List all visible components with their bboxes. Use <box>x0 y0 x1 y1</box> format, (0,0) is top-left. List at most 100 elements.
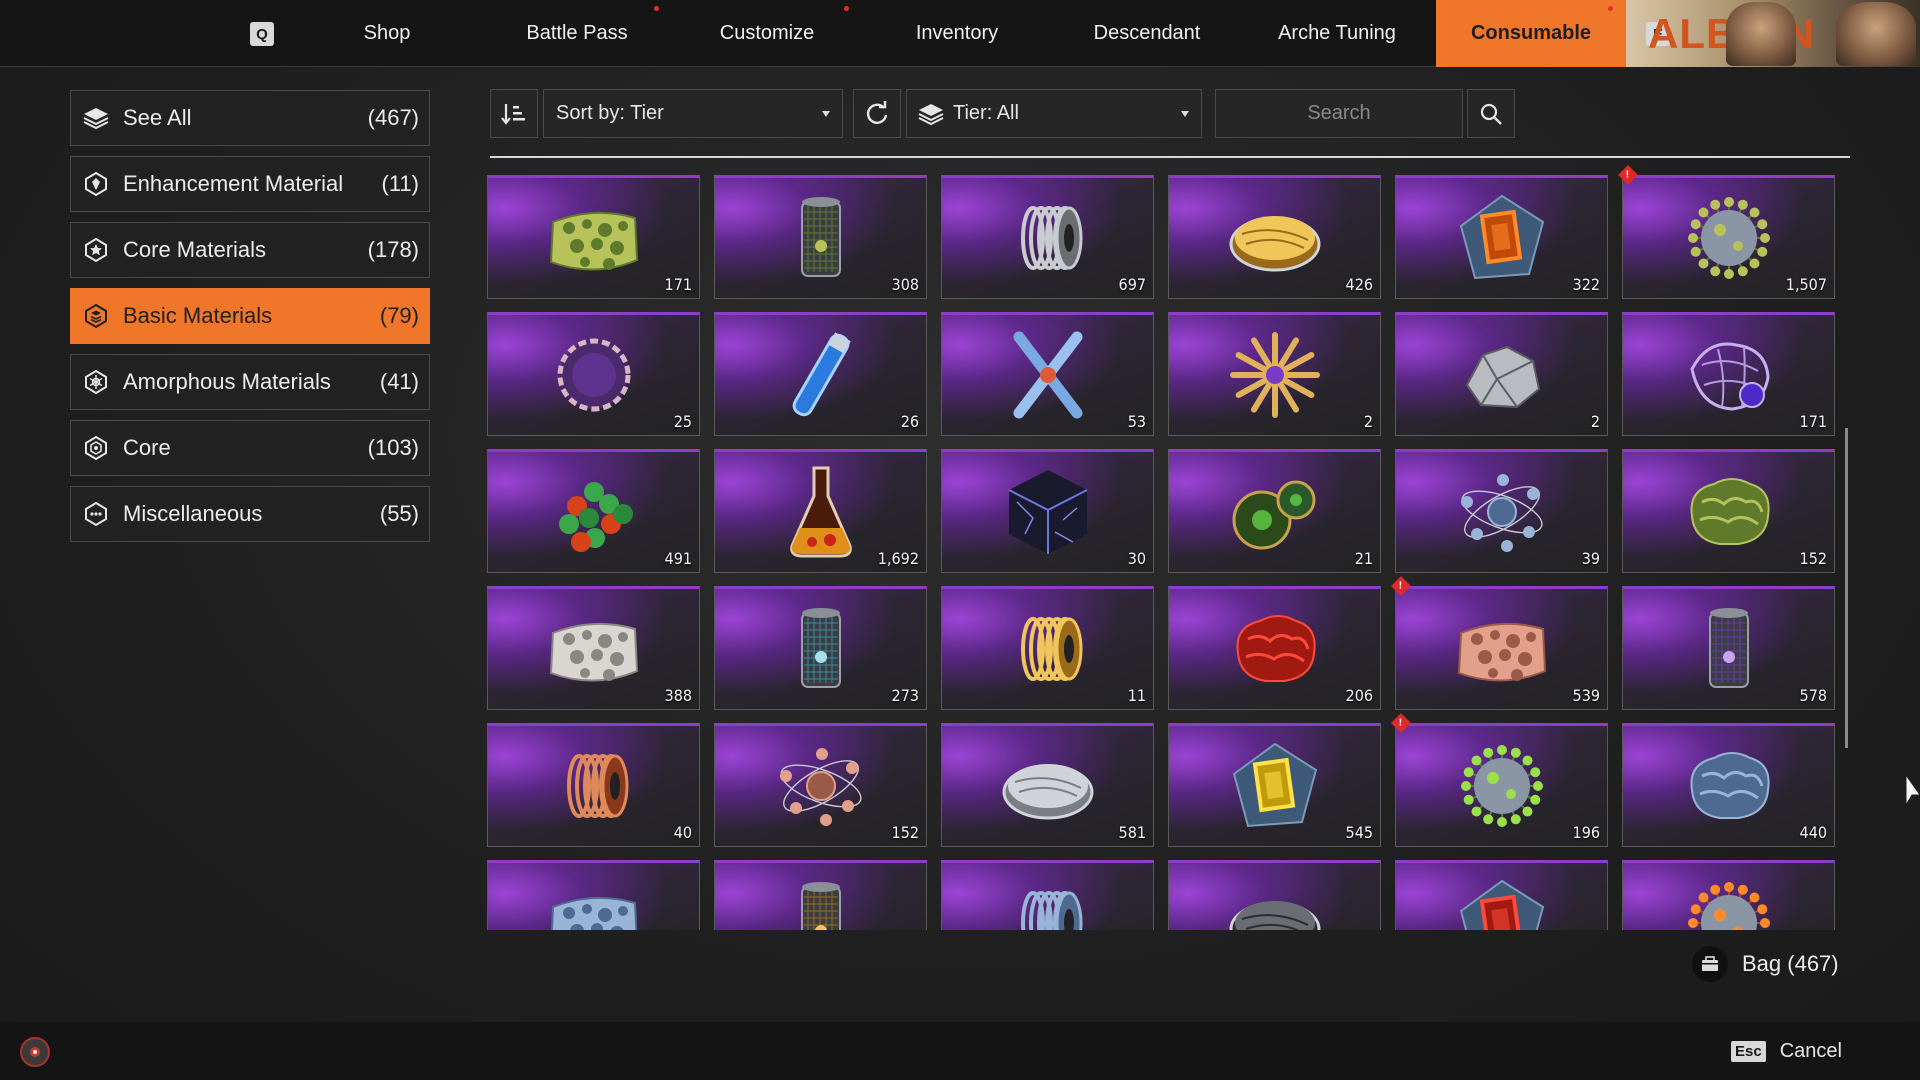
item-tile[interactable]: 491 <box>487 449 700 573</box>
chromosome-icon <box>993 325 1103 425</box>
cancel-button[interactable]: Esc Cancel <box>1731 1040 1842 1063</box>
white-sponge-icon <box>539 599 649 699</box>
item-tile[interactable]: 21 <box>1168 449 1381 573</box>
notification-dot <box>844 6 849 11</box>
chevron-down-icon <box>822 111 830 117</box>
item-tile[interactable]: 30 <box>941 449 1154 573</box>
blue-sponge-icon <box>539 873 649 930</box>
banner-character-portrait <box>1836 2 1916 66</box>
item-tile[interactable]: 171 <box>487 175 700 299</box>
notification-dot <box>1608 6 1613 11</box>
item-tile[interactable]: 578 <box>1622 586 1835 710</box>
sort-dropdown[interactable]: Sort by: Tier <box>543 89 843 138</box>
event-banner[interactable]: E ALBION <box>1626 0 1920 67</box>
blue-vial-icon <box>766 325 876 425</box>
search-icon <box>1480 103 1502 125</box>
item-tile[interactable]: 308 <box>714 175 927 299</box>
item-tile[interactable] <box>487 860 700 930</box>
category-sidebar: See All (467) Enhancement Material (11) Core… <box>70 90 430 552</box>
toolbar-divider <box>490 156 1850 158</box>
item-tile[interactable]: 440 <box>1622 723 1835 847</box>
nav-tab-label: Arche Tuning <box>1278 22 1396 44</box>
item-count: 426 <box>1345 275 1373 294</box>
nav-tab-arche-tuning[interactable]: Arche Tuning <box>1242 0 1432 67</box>
search-button[interactable] <box>1467 89 1515 138</box>
tier-filter-dropdown[interactable]: Tier: All <box>906 89 1202 138</box>
item-tile[interactable]: 53 <box>941 312 1154 436</box>
item-tile[interactable]: 539 <box>1395 586 1608 710</box>
category-see-all[interactable]: See All (467) <box>70 90 430 146</box>
item-count: 206 <box>1345 686 1373 705</box>
flask-icon <box>766 462 876 562</box>
category-miscellaneous[interactable]: Miscellaneous (55) <box>70 486 430 542</box>
search-input[interactable] <box>1215 89 1463 138</box>
category-amorphous-materials[interactable]: Amorphous Materials (41) <box>70 354 430 410</box>
item-tile[interactable]: 11 <box>941 586 1154 710</box>
item-tile[interactable] <box>1168 860 1381 930</box>
item-tile[interactable]: 152 <box>714 723 927 847</box>
nav-tab-inventory[interactable]: Inventory <box>862 0 1052 67</box>
silver-petri-dish-icon <box>993 736 1103 836</box>
category-core-materials[interactable]: Core Materials (178) <box>70 222 430 278</box>
bottom-bar <box>0 1022 1920 1080</box>
item-tile[interactable]: 26 <box>714 312 927 436</box>
item-tile[interactable]: 581 <box>941 723 1154 847</box>
item-tile[interactable]: 1,507 <box>1622 175 1835 299</box>
blue-coil-icon <box>993 873 1103 930</box>
dark-cube-icon <box>993 462 1103 562</box>
refresh-button[interactable] <box>853 89 901 138</box>
category-basic-materials[interactable]: Basic Materials (79) <box>70 288 430 344</box>
item-tile[interactable]: 1,692 <box>714 449 927 573</box>
prev-tab-key[interactable]: Q <box>250 22 274 46</box>
tier-filter-label: Tier: All <box>953 102 1019 124</box>
nav-tab-battle-pass[interactable]: Battle Pass <box>482 0 672 67</box>
item-tile[interactable]: 322 <box>1395 175 1608 299</box>
item-tile[interactable]: 388 <box>487 586 700 710</box>
blue-atom-icon <box>1447 462 1557 562</box>
item-count: 697 <box>1118 275 1146 294</box>
item-tile[interactable]: 2 <box>1395 312 1608 436</box>
metal-coil-icon <box>993 188 1103 288</box>
category-count: (55) <box>379 501 419 526</box>
lime-virus-icon <box>1447 736 1557 836</box>
item-tile[interactable]: 152 <box>1622 449 1835 573</box>
item-tile[interactable]: 39 <box>1395 449 1608 573</box>
layers-icon <box>83 105 109 131</box>
item-tile[interactable]: 273 <box>714 586 927 710</box>
item-count: 322 <box>1572 275 1600 294</box>
orange-chip-icon <box>1447 188 1557 288</box>
green-orbs-icon <box>1220 462 1330 562</box>
grid-scrollbar[interactable] <box>1845 428 1848 748</box>
yellow-chip-icon <box>1220 736 1330 836</box>
category-core[interactable]: Core (103) <box>70 420 430 476</box>
item-tile[interactable]: 40 <box>487 723 700 847</box>
item-tile[interactable]: 426 <box>1168 175 1381 299</box>
item-tile[interactable]: 25 <box>487 312 700 436</box>
item-tile[interactable]: 206 <box>1168 586 1381 710</box>
layers-icon <box>918 103 944 125</box>
category-count: (103) <box>367 435 419 460</box>
nav-tab-consumable[interactable]: Consumable <box>1436 0 1626 67</box>
refresh-icon <box>866 100 888 124</box>
gold-petri-dish-icon <box>1220 188 1330 288</box>
nav-tab-shop[interactable]: Shop <box>292 0 482 67</box>
top-nav: Q Shop Battle Pass Customize Inventory Desce… <box>0 0 1920 67</box>
item-tile[interactable]: 196 <box>1395 723 1608 847</box>
sort-order-icon <box>501 103 525 125</box>
item-tile[interactable] <box>1622 860 1835 930</box>
nav-tab-descendant[interactable]: Descendant <box>1052 0 1242 67</box>
item-count: 539 <box>1572 686 1600 705</box>
item-tile[interactable]: 2 <box>1168 312 1381 436</box>
sort-order-button[interactable] <box>490 89 538 138</box>
item-tile[interactable]: 171 <box>1622 312 1835 436</box>
bag-indicator: Bag (467) <box>1692 946 1839 982</box>
item-tile[interactable] <box>714 860 927 930</box>
item-grid: 171 308 697 426 322 1,507 25 26 53 2 2 171 491 1,692 3… <box>487 175 1837 930</box>
category-enhancement-material[interactable]: Enhancement Material (11) <box>70 156 430 212</box>
item-tile[interactable]: 697 <box>941 175 1154 299</box>
item-tile[interactable] <box>941 860 1154 930</box>
nav-tab-customize[interactable]: Customize <box>672 0 862 67</box>
item-tile[interactable] <box>1395 860 1608 930</box>
item-count: 545 <box>1345 823 1373 842</box>
item-tile[interactable]: 545 <box>1168 723 1381 847</box>
